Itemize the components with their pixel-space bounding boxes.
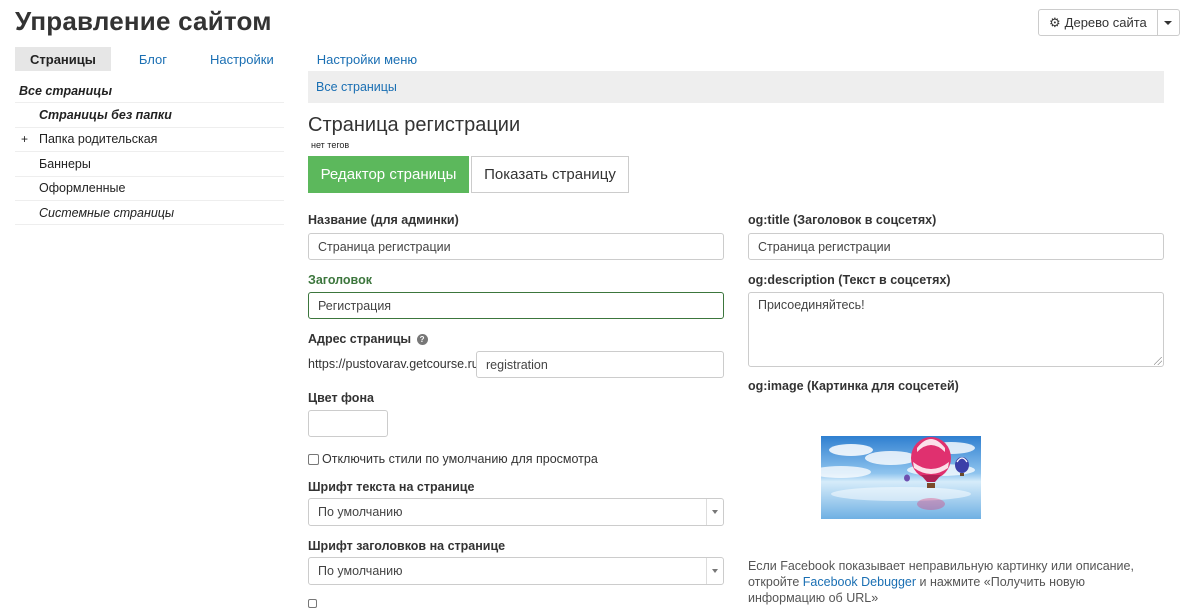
tags-note: нет тегов [311, 140, 350, 150]
font-headings-label: Шрифт заголовков на странице [308, 539, 506, 553]
url-label: Адрес страницы ? [308, 332, 428, 346]
facebook-debugger-link[interactable]: Facebook Debugger [803, 575, 916, 589]
expand-icon[interactable]: + [21, 132, 28, 146]
bg-color-input[interactable] [308, 410, 388, 437]
site-tree-button-label: Дерево сайта [1064, 15, 1147, 30]
url-prefix: https://pustovarav.getcourse.ru/ [308, 357, 483, 371]
url-label-text: Адрес страницы [308, 332, 412, 346]
facebook-debugger-note: Если Facebook показывает неправильную ка… [748, 558, 1164, 606]
og-title-input[interactable]: Страница регистрации [748, 233, 1164, 260]
tab-settings[interactable]: Настройки [195, 47, 289, 71]
og-image-preview[interactable] [821, 436, 981, 519]
sidebar-item-pages-without-folder[interactable]: Страницы без папки [15, 103, 284, 128]
site-tree-button-group: ⚙ Дерево сайта [1038, 9, 1180, 36]
url-input[interactable]: registration [476, 351, 724, 378]
sidebar-item-label: Папка родительская [39, 132, 158, 147]
fb-note-text-after: и нажмите «Получить новую информацию об … [748, 575, 1086, 605]
tab-pages[interactable]: Страницы [15, 47, 111, 71]
site-tree-dropdown-toggle[interactable] [1157, 9, 1180, 36]
tab-menu-settings[interactable]: Настройки меню [302, 47, 432, 71]
og-description-textarea[interactable]: Присоединяйтесь! [748, 292, 1164, 367]
name-label: Название (для админки) [308, 213, 459, 227]
og-title-label: og:title (Заголовок в соцсетях) [748, 213, 937, 227]
heading-label: Заголовок [308, 273, 372, 287]
disable-styles-checkbox[interactable] [308, 453, 319, 465]
font-text-selected: По умолчанию [318, 505, 403, 519]
name-input[interactable]: Страница регистрации [308, 233, 724, 260]
breadcrumb-all-pages[interactable]: Все страницы [316, 80, 397, 94]
font-text-label: Шрифт текста на странице [308, 480, 475, 494]
font-headings-selected: По умолчанию [318, 564, 403, 578]
og-description-value: Присоединяйтесь! [758, 298, 865, 312]
show-page-button[interactable]: Показать страницу [471, 156, 629, 193]
page-heading: Страница регистрации [308, 114, 521, 136]
sidebar-item-system-pages[interactable]: Системные страницы [15, 201, 284, 226]
sidebar: Все страницы Страницы без папки + Папка … [15, 79, 284, 226]
disable-styles-row: Отключить стили по умолчанию для просмот… [308, 452, 598, 466]
sidebar-item-styled[interactable]: Оформленные [15, 177, 284, 201]
sidebar-item-parent-folder[interactable]: + Папка родительская [15, 128, 284, 153]
sidebar-item-all-pages[interactable]: Все страницы [15, 79, 284, 104]
question-circle-icon[interactable]: ? [416, 334, 428, 345]
disable-styles-label: Отключить стили по умолчанию для просмот… [322, 452, 598, 466]
font-text-select[interactable]: По умолчанию [308, 498, 724, 526]
og-image-label: og:image (Картинка для соцсетей) [748, 379, 959, 393]
og-description-label: og:description (Текст в соцсетях) [748, 273, 951, 287]
main-tabs: Страницы Блог Настройки Настройки меню [15, 47, 445, 71]
sidebar-item-banners[interactable]: Баннеры [15, 152, 284, 177]
hot-air-balloons-image [821, 436, 981, 519]
chevron-down-icon [706, 558, 723, 584]
page-title: Управление сайтом [15, 6, 272, 36]
page-editor-button[interactable]: Редактор страницы [308, 156, 469, 193]
font-headings-select[interactable]: По умолчанию [308, 557, 724, 585]
chevron-down-icon [1164, 20, 1173, 25]
heading-input[interactable]: Регистрация [308, 292, 724, 319]
gear-icon: ⚙ [1049, 14, 1061, 30]
breadcrumb: Все страницы [308, 71, 1164, 103]
site-tree-button[interactable]: ⚙ Дерево сайта [1038, 9, 1158, 36]
partial-checkbox[interactable] [308, 599, 317, 608]
bg-color-label: Цвет фона [308, 391, 374, 405]
chevron-down-icon [706, 499, 723, 525]
resize-handle-icon[interactable] [1154, 357, 1162, 365]
tab-blog[interactable]: Блог [124, 47, 182, 71]
